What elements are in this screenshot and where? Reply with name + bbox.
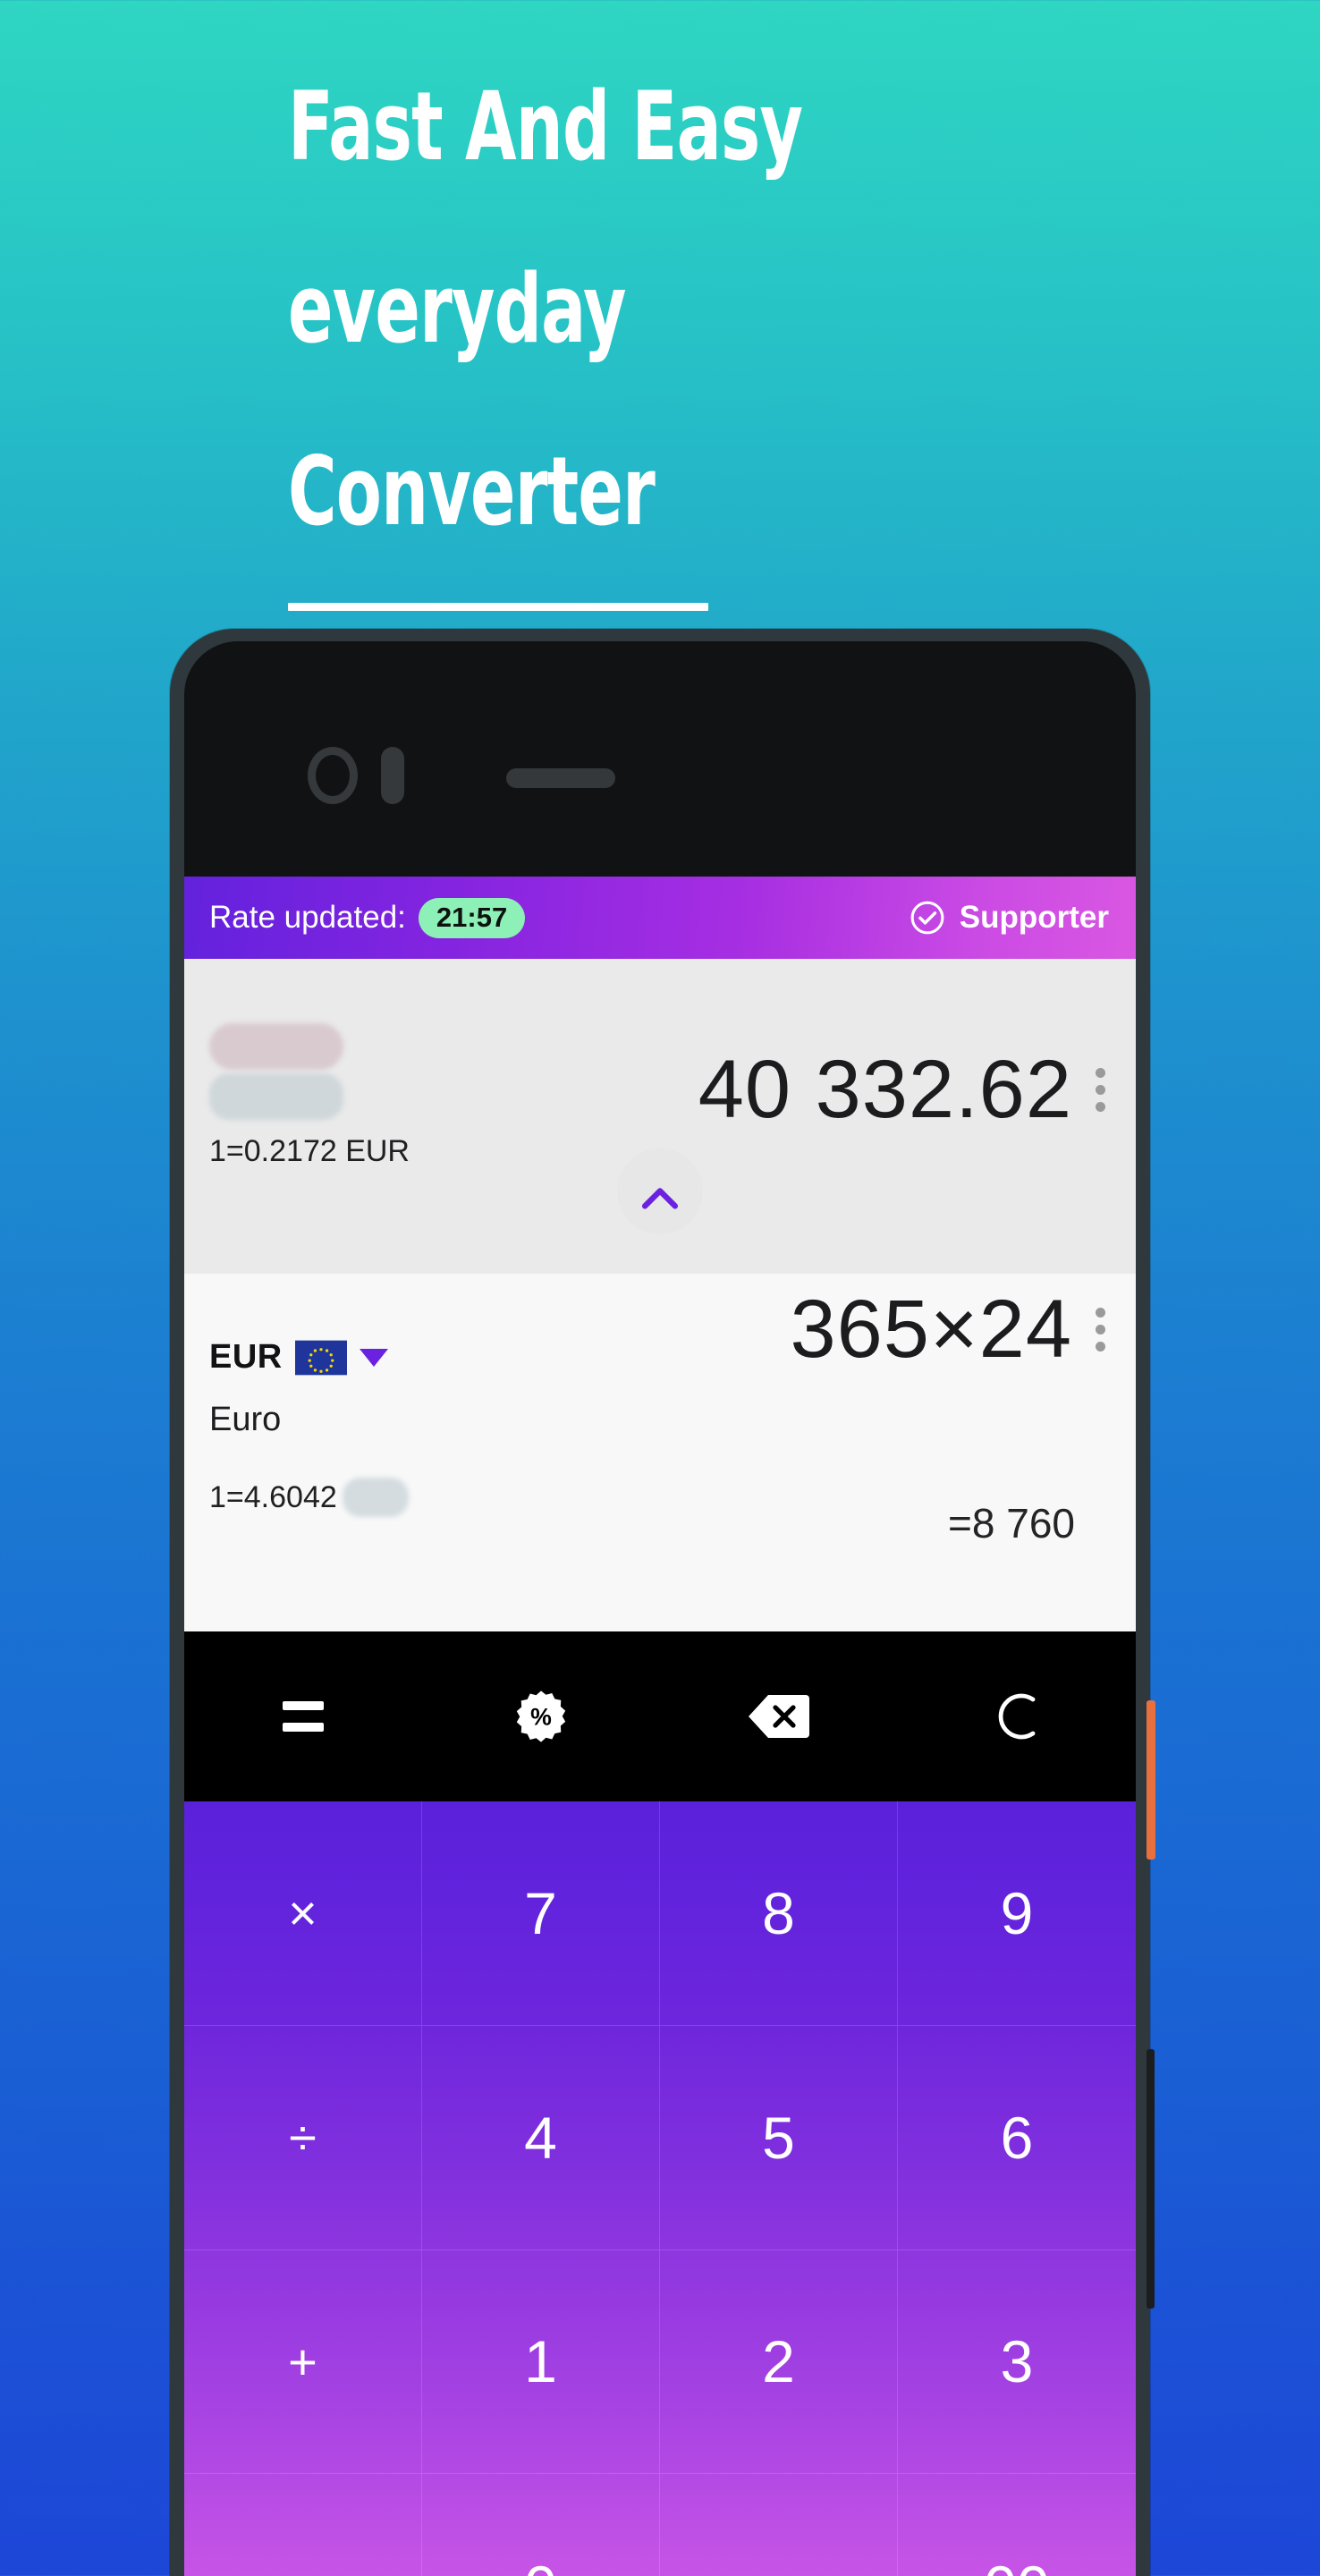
eu-flag-icon xyxy=(294,1340,347,1375)
key-3[interactable]: 3 xyxy=(898,2250,1136,2475)
app-screen: Rate updated: 21:57 Supporter 1=0.2172 E… xyxy=(184,877,1136,2576)
phone-mockup: Rate updated: 21:57 Supporter 1=0.2172 E… xyxy=(170,629,1155,2576)
equals-icon xyxy=(283,1701,324,1732)
operator-bar: % xyxy=(184,1631,1136,1801)
bottom-currency-panel[interactable]: EUR Euro 1=4.6042 365×24 =8 760 xyxy=(184,1274,1136,1631)
backspace-icon xyxy=(749,1695,809,1738)
kebab-menu-icon[interactable] xyxy=(1088,1304,1113,1355)
rate-status-bar: Rate updated: 21:57 Supporter xyxy=(184,877,1136,959)
chevron-up-icon xyxy=(641,1188,679,1209)
key-0[interactable]: 0 xyxy=(422,2474,660,2576)
key-7[interactable]: 7 xyxy=(422,1801,660,2026)
headline-line-1: Fast And Easy xyxy=(288,72,803,182)
equals-button[interactable] xyxy=(184,1631,422,1801)
key-multiply[interactable]: × xyxy=(184,1801,422,2026)
top-currency-code-redacted xyxy=(209,1023,343,1070)
key-6[interactable]: 6 xyxy=(898,2026,1136,2250)
promo-headline: Fast And Easy everyday Converter xyxy=(288,36,1093,611)
rate-updated-label: Rate updated: xyxy=(209,900,406,935)
key-plus[interactable]: + xyxy=(184,2250,422,2475)
earpiece-speaker xyxy=(506,768,615,788)
collapse-toggle-button[interactable] xyxy=(617,1148,703,1234)
calculator-keypad: × 7 8 9 ÷ 4 5 6 + 1 2 3 - 0 . 00 xyxy=(184,1801,1136,2576)
headline-underline xyxy=(288,603,708,611)
clear-button[interactable] xyxy=(898,1631,1136,1801)
supporter-label: Supporter xyxy=(959,900,1109,935)
kebab-menu-icon[interactable] xyxy=(1088,1064,1113,1115)
headline-line-2: everyday xyxy=(288,254,627,364)
volume-rocker-button[interactable] xyxy=(1147,2049,1155,2309)
bottom-currency-selector[interactable]: EUR xyxy=(209,1338,388,1377)
top-currency-name-redacted xyxy=(209,1073,343,1120)
check-circle-icon xyxy=(910,901,944,935)
percent-button[interactable]: % xyxy=(422,1631,660,1801)
phone-bezel: Rate updated: 21:57 Supporter 1=0.2172 E… xyxy=(184,641,1136,2576)
top-amount-value[interactable]: 40 332.62 xyxy=(698,1043,1072,1137)
power-button[interactable] xyxy=(1147,1700,1155,1860)
bottom-currency-rate-suffix-redacted xyxy=(342,1478,409,1517)
key-5[interactable]: 5 xyxy=(660,2025,898,2250)
key-decimal[interactable]: . xyxy=(660,2474,898,2576)
caret-down-icon[interactable] xyxy=(359,1348,388,1367)
proximity-sensor-icon xyxy=(381,747,404,804)
key-minus[interactable]: - xyxy=(184,2474,422,2576)
key-2[interactable]: 2 xyxy=(660,2250,898,2475)
top-currency-rate: 1=0.2172 EUR xyxy=(209,1134,410,1168)
bottom-currency-name: Euro xyxy=(209,1401,282,1438)
key-4[interactable]: 4 xyxy=(422,2025,660,2250)
bottom-expression-value[interactable]: 365×24 xyxy=(790,1283,1072,1377)
bottom-currency-rate: 1=4.6042 xyxy=(209,1478,409,1517)
key-1[interactable]: 1 xyxy=(422,2250,660,2475)
bottom-currency-rate-text: 1=4.6042 xyxy=(209,1479,337,1514)
svg-text:%: % xyxy=(530,1703,552,1730)
key-9[interactable]: 9 xyxy=(898,1801,1136,2026)
bottom-result-value: =8 760 xyxy=(948,1500,1075,1546)
top-currency-identity[interactable]: 1=0.2172 EUR xyxy=(209,1023,410,1169)
front-camera-icon xyxy=(308,747,358,804)
key-divide[interactable]: ÷ xyxy=(184,2025,422,2250)
bottom-amount-row[interactable]: 365×24 xyxy=(790,1283,1113,1377)
clear-icon xyxy=(998,1693,1036,1740)
bottom-currency-code: EUR xyxy=(209,1338,283,1376)
supporter-button[interactable]: Supporter xyxy=(908,898,1109,937)
top-amount-row[interactable]: 40 332.62 xyxy=(698,1043,1113,1137)
backspace-button[interactable] xyxy=(660,1631,898,1801)
headline-line-3: Converter xyxy=(288,436,656,547)
rate-updated-group: Rate updated: 21:57 xyxy=(209,897,526,938)
key-double-zero[interactable]: 00 xyxy=(898,2474,1136,2576)
key-8[interactable]: 8 xyxy=(660,1801,898,2026)
rate-updated-time-badge: 21:57 xyxy=(418,897,526,938)
percent-badge-icon: % xyxy=(516,1690,566,1742)
